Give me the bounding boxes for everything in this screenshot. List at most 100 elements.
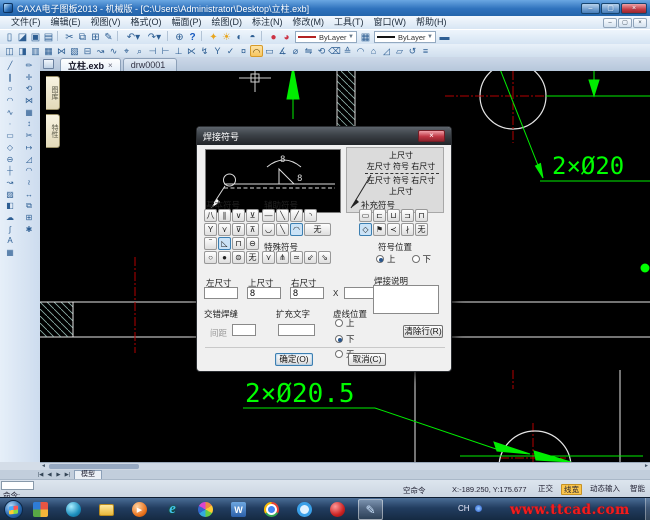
app-colorball-browser[interactable] xyxy=(193,499,218,520)
sep[interactable] xyxy=(261,31,265,41)
tool-fillet[interactable]: ◠ xyxy=(21,165,37,177)
child-close-button[interactable]: × xyxy=(633,18,647,28)
draw-tool[interactable]: ≡ xyxy=(419,45,432,57)
scrollbar-thumb[interactable] xyxy=(49,464,139,469)
special-symbol-button[interactable]: ⋔ xyxy=(276,251,289,264)
supp-symbol-button[interactable]: ⊔ xyxy=(387,209,400,222)
aux-symbol-button[interactable]: ╲ xyxy=(276,223,289,236)
color-picker-icon[interactable]: ◕ xyxy=(280,31,293,44)
supp-symbol-button[interactable]: 无 xyxy=(415,223,428,236)
tool-stretch[interactable]: ↕ xyxy=(21,118,37,130)
tool-copy[interactable]: ⧉ xyxy=(21,200,37,212)
redo-icon[interactable]: ↷▾ xyxy=(144,31,165,44)
document-tab[interactable]: drw0001 xyxy=(123,58,178,71)
basic-symbol-button[interactable]: 无 xyxy=(246,251,259,264)
tool-block[interactable]: ◧ xyxy=(2,200,18,212)
app-bluering[interactable] xyxy=(292,499,317,520)
basic-symbol-button[interactable]: ⊼ xyxy=(246,223,259,236)
supp-symbol-button[interactable]: ⚑ xyxy=(373,223,386,236)
tool-explode[interactable]: ✱ xyxy=(21,224,37,236)
basic-symbol-button[interactable]: ∥ xyxy=(218,209,231,222)
active-arc-tool[interactable]: ◠ xyxy=(250,45,263,57)
open-icon[interactable]: ◪ xyxy=(16,31,29,44)
line-width-combo[interactable]: ByLayer ▼ xyxy=(374,31,436,43)
special-symbol-button[interactable]: ≃ xyxy=(290,251,303,264)
grid-icon[interactable]: ▦ xyxy=(359,31,372,44)
tool-rotate[interactable]: ⟲ xyxy=(21,83,37,95)
weld-note-input[interactable] xyxy=(373,285,439,314)
spacing-input[interactable] xyxy=(232,324,256,336)
document-tab[interactable]: 立柱.exb × xyxy=(60,58,121,71)
insert-icon[interactable]: ⊕ xyxy=(173,31,186,44)
tool-ellipse[interactable]: ⊖ xyxy=(2,154,18,166)
tab-close-icon[interactable]: × xyxy=(108,61,113,70)
aux-symbol-button[interactable]: ◝ xyxy=(304,209,317,222)
copy-icon[interactable]: ⧉ xyxy=(76,31,89,44)
sep[interactable] xyxy=(167,31,171,41)
right-dim-input[interactable] xyxy=(290,287,324,299)
draw-tool[interactable]: ✓ xyxy=(224,45,237,57)
tool-scale[interactable]: ↔ xyxy=(21,189,37,201)
app-red[interactable] xyxy=(325,499,350,520)
menu-item[interactable]: 文件(F) xyxy=(6,16,46,29)
tool-spline[interactable]: ∿ xyxy=(2,107,18,119)
sheet-nav-button[interactable]: ▶ xyxy=(54,472,63,478)
aux-symbol-button[interactable]: ╱ xyxy=(290,209,303,222)
basic-symbol-button[interactable]: ∨ xyxy=(232,209,245,222)
tool-extend[interactable]: ↦ xyxy=(21,142,37,154)
basic-symbol-button[interactable]: ⊖ xyxy=(246,237,259,250)
tool-polyline[interactable]: ↝ xyxy=(2,177,18,189)
app-word[interactable] xyxy=(226,499,251,520)
sep[interactable] xyxy=(201,31,205,41)
draw-tool[interactable]: Y xyxy=(211,45,224,57)
special-symbol-button[interactable]: ⋎ xyxy=(262,251,275,264)
document-window-icon[interactable] xyxy=(43,59,54,69)
draw-tool[interactable]: ↺ xyxy=(406,45,419,57)
aux-symbol-button[interactable]: ╲ xyxy=(276,209,289,222)
tool-text[interactable]: A xyxy=(2,235,18,247)
scroll-right-icon[interactable]: ► xyxy=(644,463,649,470)
draw-tool[interactable]: ⇋ xyxy=(302,45,315,57)
tool-line[interactable]: ╱ xyxy=(2,60,18,72)
sheet-nav-button[interactable]: |◀ xyxy=(36,472,45,478)
supp-symbol-button[interactable]: ◇ xyxy=(359,223,372,236)
menu-item[interactable]: 工具(T) xyxy=(329,16,369,29)
draw-tool[interactable]: ▧ xyxy=(68,45,81,57)
draw-tool[interactable]: ¤ xyxy=(237,45,250,57)
draw-tool[interactable]: ⌫ xyxy=(328,45,341,57)
status-toggle[interactable]: 正交 xyxy=(536,484,555,495)
draw-tool[interactable]: ⊢ xyxy=(159,45,172,57)
line-color-combo[interactable]: ByLayer ▼ xyxy=(295,31,357,43)
draw-tool[interactable]: ⋈ xyxy=(55,45,68,57)
tool-paste[interactable]: ⊞ xyxy=(21,212,37,224)
bulb-icon[interactable]: ✦ xyxy=(207,31,220,44)
draw-tool[interactable]: ∿ xyxy=(107,45,120,57)
basic-symbol-button[interactable]: ◺ xyxy=(218,237,231,250)
dialog-close-button[interactable]: × xyxy=(418,130,445,142)
print-icon[interactable]: ▤ xyxy=(42,31,55,44)
basic-symbol-button[interactable]: ⊻ xyxy=(246,209,259,222)
basic-symbol-button[interactable]: ‾ xyxy=(204,237,217,250)
draw-tool[interactable]: ⌖ xyxy=(120,45,133,57)
draw-tool[interactable]: ⊟ xyxy=(81,45,94,57)
draw-tool[interactable]: ⌕ xyxy=(133,45,146,57)
panel-tab-library[interactable]: 图库 xyxy=(46,76,60,110)
close-button[interactable]: × xyxy=(621,3,647,14)
sheet-nav-button[interactable]: ▶| xyxy=(63,472,72,478)
special-symbol-button[interactable]: ⇘ xyxy=(318,251,331,264)
child-minimize-button[interactable]: – xyxy=(603,18,617,28)
dashline-position-radio[interactable]: 下 xyxy=(335,333,355,345)
dialog-titlebar[interactable]: 焊接符号 × xyxy=(197,127,451,145)
menu-item[interactable]: 帮助(H) xyxy=(411,16,452,29)
supp-symbol-button[interactable]: ⊐ xyxy=(401,209,414,222)
aux-symbol-button[interactable]: — xyxy=(262,209,275,222)
tool-chamfer[interactable]: ◿ xyxy=(21,154,37,166)
aux-symbol-button[interactable]: 无 xyxy=(304,223,331,236)
tool-centerline[interactable]: ┼ xyxy=(2,165,18,177)
scroll-left-icon[interactable]: ◄ xyxy=(41,463,46,470)
menu-item[interactable]: 幅面(P) xyxy=(167,16,207,29)
new-icon[interactable]: ▯ xyxy=(3,31,16,44)
tool-move[interactable]: ✛ xyxy=(21,72,37,84)
draw-tool[interactable]: ⌀ xyxy=(289,45,302,57)
tool-formula[interactable]: ∫ xyxy=(2,224,18,236)
